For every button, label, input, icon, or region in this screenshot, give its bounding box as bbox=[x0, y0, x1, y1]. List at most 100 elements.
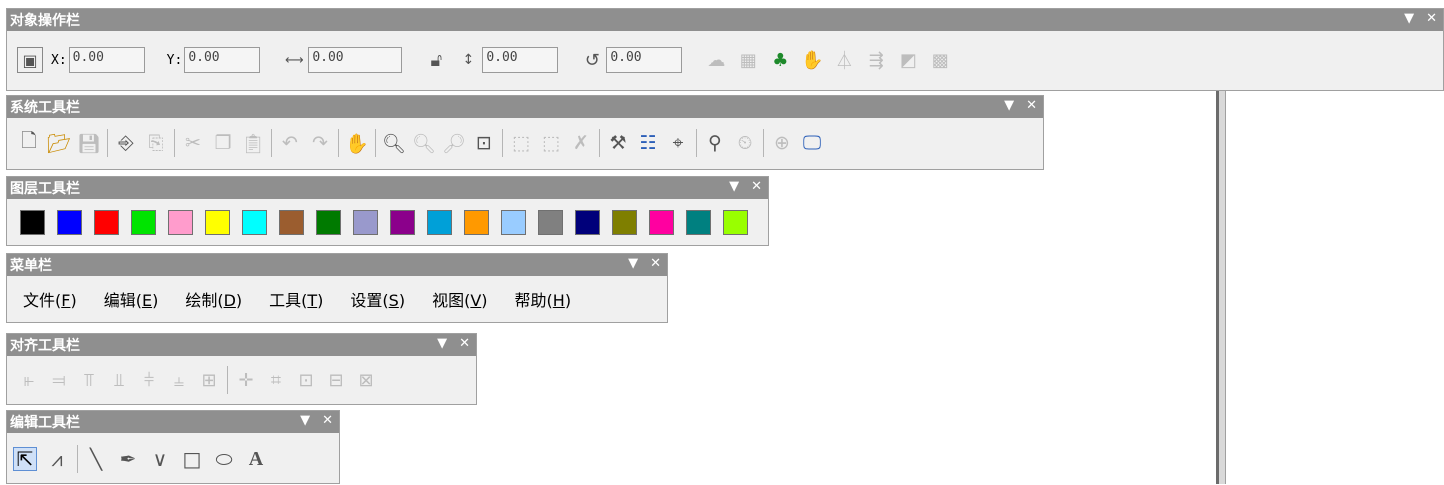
vertical-splitter[interactable] bbox=[1216, 91, 1226, 484]
mirror-icon[interactable]: ⏃ bbox=[832, 48, 856, 72]
redo-icon[interactable]: ↷ bbox=[308, 131, 332, 155]
grid-anchor-icon[interactable]: ▣ bbox=[17, 47, 43, 73]
new-file-icon[interactable]: 🗋︎ bbox=[17, 130, 41, 155]
import-icon[interactable]: ⎆ bbox=[114, 131, 138, 155]
list-icon[interactable]: ☷ bbox=[636, 131, 660, 155]
system-toolbar-title[interactable]: 系统工具栏 ▼ ✕ bbox=[7, 96, 1043, 118]
dropdown-icon[interactable]: ▼ bbox=[1004, 98, 1014, 113]
flip-icon[interactable]: ⇶ bbox=[864, 48, 888, 72]
node-edit-icon[interactable]: ⩘ bbox=[45, 447, 69, 471]
color-swatch[interactable] bbox=[353, 209, 378, 235]
color-swatch[interactable] bbox=[501, 209, 526, 235]
zoom-window-icon[interactable]: 🔎︎ bbox=[442, 131, 466, 155]
color-swatch[interactable] bbox=[316, 209, 341, 235]
menu-item[interactable]: 视图(V) bbox=[432, 287, 487, 311]
center-icon[interactable]: ✛ bbox=[234, 368, 258, 392]
target-icon[interactable]: ⊕ bbox=[770, 131, 794, 155]
dropdown-icon[interactable]: ▼ bbox=[628, 256, 638, 271]
menu-item[interactable]: 帮助(H) bbox=[515, 287, 572, 311]
tree-icon[interactable]: ♣ bbox=[768, 48, 792, 72]
open-folder-icon[interactable]: 📂︎ bbox=[47, 131, 71, 155]
menu-item[interactable]: 编辑(E) bbox=[104, 287, 159, 311]
line-icon[interactable]: ╲ bbox=[84, 447, 108, 471]
color-swatch[interactable] bbox=[57, 209, 82, 235]
color-swatch[interactable] bbox=[205, 209, 230, 235]
color-swatch[interactable] bbox=[20, 209, 45, 235]
color-swatch[interactable] bbox=[131, 209, 156, 235]
height-input[interactable]: 0.00 bbox=[482, 47, 559, 73]
color-swatch[interactable] bbox=[242, 209, 267, 235]
deselect-icon[interactable]: ⬚ bbox=[539, 131, 563, 155]
zoom-out-icon[interactable]: 🔍︎ bbox=[412, 131, 436, 155]
menu-toolbar-title[interactable]: 菜单栏 ▼ ✕ bbox=[7, 254, 667, 276]
close-icon[interactable]: ✕ bbox=[322, 413, 333, 428]
delete-select-icon[interactable]: ✗ bbox=[569, 131, 593, 155]
text-icon[interactable]: A bbox=[244, 447, 268, 471]
export-icon[interactable]: ◩ bbox=[896, 48, 920, 72]
pointer-icon[interactable]: ⇱ bbox=[13, 447, 37, 471]
zoom-in-icon[interactable]: 🔍︎ bbox=[382, 131, 406, 155]
dropdown-icon[interactable]: ▼ bbox=[1404, 11, 1414, 26]
rotate-input[interactable]: 0.00 bbox=[606, 47, 683, 73]
size-height-icon[interactable]: ⊟ bbox=[324, 368, 348, 392]
size-width-icon[interactable]: ⊡ bbox=[294, 368, 318, 392]
close-icon[interactable]: ✕ bbox=[1426, 11, 1437, 26]
color-swatch[interactable] bbox=[94, 209, 119, 235]
close-icon[interactable]: ✕ bbox=[650, 256, 661, 271]
ungroup-icon[interactable]: ✋ bbox=[800, 48, 824, 72]
group-icon[interactable]: ▦ bbox=[736, 48, 760, 72]
menu-item[interactable]: 绘制(D) bbox=[185, 287, 242, 311]
menu-item[interactable]: 设置(S) bbox=[350, 287, 405, 311]
menu-item[interactable]: 工具(T) bbox=[269, 287, 323, 311]
undo-icon[interactable]: ↶ bbox=[278, 131, 302, 155]
cloud-icon[interactable]: ☁ bbox=[704, 48, 728, 72]
dropdown-icon[interactable]: ▼ bbox=[437, 336, 447, 351]
menu-item[interactable]: 文件(F) bbox=[23, 287, 77, 311]
dropdown-icon[interactable]: ▼ bbox=[300, 413, 310, 428]
width-input[interactable]: 0.00 bbox=[308, 47, 403, 73]
color-swatch[interactable] bbox=[464, 209, 489, 235]
color-swatch[interactable] bbox=[575, 209, 600, 235]
color-swatch[interactable] bbox=[538, 209, 563, 235]
y-input[interactable]: 0.00 bbox=[184, 47, 261, 73]
align-center-v-icon[interactable]: ⫨ bbox=[167, 368, 191, 392]
monitor-icon[interactable]: 🖵︎ bbox=[800, 131, 824, 155]
size-same-icon[interactable]: ⌗ bbox=[264, 368, 288, 392]
pattern-icon[interactable]: ▩ bbox=[928, 48, 952, 72]
dropdown-icon[interactable]: ▼ bbox=[729, 179, 739, 194]
align-bottom-icon[interactable]: ⫫ bbox=[107, 368, 131, 392]
object-toolbar-title[interactable]: 对象操作栏 ▼ ✕ bbox=[7, 9, 1443, 31]
zoom-fit-icon[interactable]: ⊡ bbox=[472, 131, 496, 155]
color-swatch[interactable] bbox=[723, 209, 748, 235]
rectangle-icon[interactable]: □ bbox=[180, 447, 204, 471]
timer-icon[interactable]: ⏲ bbox=[733, 131, 757, 155]
cut-icon[interactable]: ✂ bbox=[181, 131, 205, 155]
layer-toolbar-title[interactable]: 图层工具栏 ▼ ✕ bbox=[7, 177, 768, 199]
save-icon[interactable]: 💾︎ bbox=[77, 131, 101, 155]
color-swatch[interactable] bbox=[427, 209, 452, 235]
align-toolbar-title[interactable]: 对齐工具栏 ▼ ✕ bbox=[7, 334, 476, 356]
close-icon[interactable]: ✕ bbox=[1026, 98, 1037, 113]
color-swatch[interactable] bbox=[686, 209, 711, 235]
paste-icon[interactable]: 📋︎ bbox=[241, 131, 265, 155]
io-icon[interactable]: ⚲ bbox=[703, 131, 727, 155]
color-swatch[interactable] bbox=[168, 209, 193, 235]
align-right-icon[interactable]: ⫤ bbox=[47, 368, 71, 392]
hammer-icon[interactable]: ⚒ bbox=[606, 131, 630, 155]
lock-icon[interactable]: 🔓︎ bbox=[424, 48, 448, 72]
close-icon[interactable]: ✕ bbox=[751, 179, 762, 194]
edit-toolbar-title[interactable]: 编辑工具栏 ▼ ✕ bbox=[7, 411, 339, 433]
ellipse-icon[interactable]: ⬭ bbox=[212, 447, 236, 471]
pan-hand-icon[interactable]: ✋ bbox=[345, 131, 369, 155]
align-left-icon[interactable]: ⫦ bbox=[17, 368, 41, 392]
pick-icon[interactable]: ⌖ bbox=[666, 131, 690, 155]
color-swatch[interactable] bbox=[612, 209, 637, 235]
align-center-h-icon[interactable]: ⫩ bbox=[137, 368, 161, 392]
copy-icon[interactable]: ❐ bbox=[211, 131, 235, 155]
color-swatch[interactable] bbox=[279, 209, 304, 235]
align-grid-icon[interactable]: ⊞ bbox=[197, 368, 221, 392]
align-top-icon[interactable]: ⫪ bbox=[77, 368, 101, 392]
close-icon[interactable]: ✕ bbox=[459, 336, 470, 351]
color-swatch[interactable] bbox=[390, 209, 415, 235]
color-swatch[interactable] bbox=[649, 209, 674, 235]
